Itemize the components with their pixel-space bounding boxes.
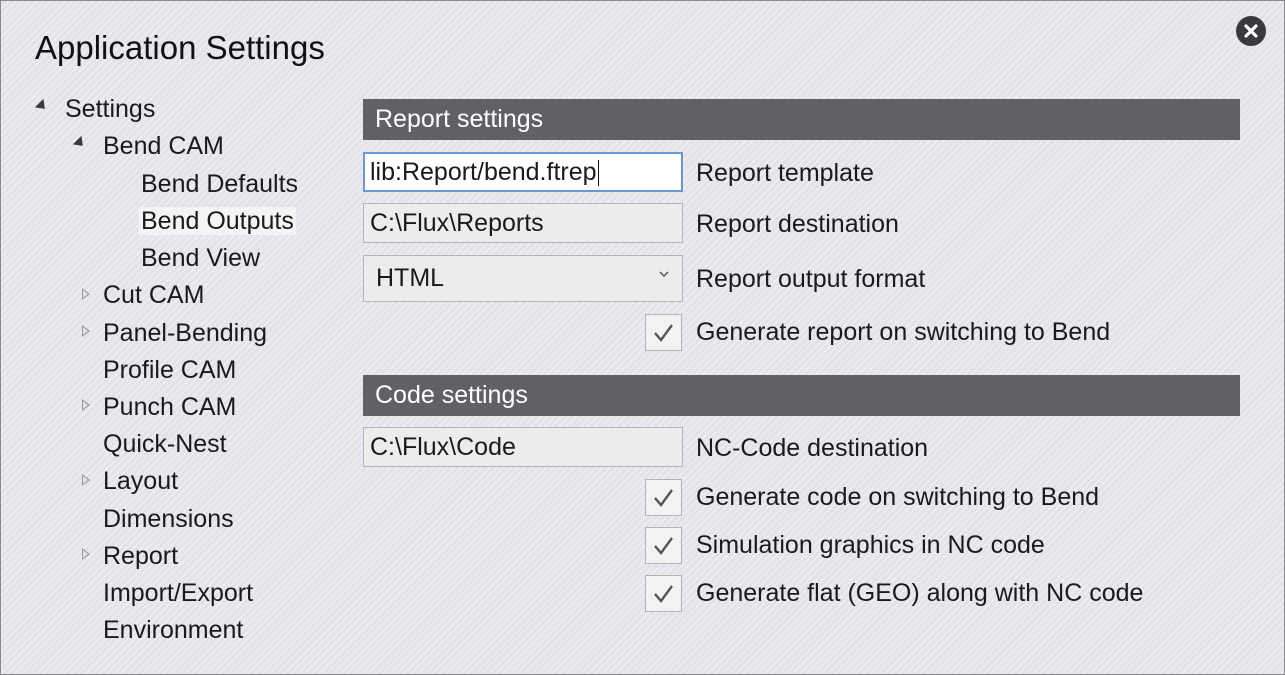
tree-item-profile-cam[interactable]: Profile CAM [101, 354, 238, 386]
tree-item-panel-bending[interactable]: Panel-Bending [101, 317, 269, 349]
tree-item-bend-defaults[interactable]: Bend Defaults [139, 168, 300, 200]
tree-item-bend-outputs[interactable]: Bend Outputs [139, 205, 296, 237]
report-destination-label: Report destination [696, 210, 899, 238]
collapsed-triangle-icon[interactable] [82, 325, 90, 337]
report-format-select[interactable]: HTML [363, 255, 683, 302]
tree-item-dimensions[interactable]: Dimensions [101, 503, 236, 535]
report-template-input[interactable]: lib:Report/bend.ftrep [363, 152, 683, 192]
dialog-title: Application Settings [35, 29, 325, 66]
generate-code-checkbox[interactable] [645, 479, 682, 516]
collapsed-triangle-icon[interactable] [82, 474, 90, 486]
report-format-label: Report output format [696, 265, 926, 293]
report-format-value: HTML [376, 264, 445, 292]
report-destination-input[interactable]: C:\Flux\Reports [363, 203, 683, 243]
application-settings-dialog: Application Settings Settings Bend CAM B… [0, 0, 1285, 675]
expanded-triangle-icon[interactable] [34, 98, 50, 114]
collapsed-triangle-icon[interactable] [82, 399, 90, 411]
collapsed-triangle-icon[interactable] [82, 548, 90, 560]
simulation-graphics-checkbox[interactable] [645, 527, 682, 564]
tree-item-punch-cam[interactable]: Punch CAM [101, 391, 238, 423]
chevron-down-icon [659, 271, 669, 278]
tree-item-report[interactable]: Report [101, 540, 180, 572]
tree-item-environment[interactable]: Environment [101, 614, 245, 646]
tree-item-settings[interactable]: Settings [63, 93, 157, 125]
generate-flat-checkbox[interactable] [645, 575, 682, 612]
collapsed-triangle-icon[interactable] [82, 288, 90, 300]
generate-report-checkbox[interactable] [645, 314, 682, 351]
report-template-value: lib:Report/bend.ftrep [370, 158, 597, 186]
generate-code-label: Generate code on switching to Bend [696, 483, 1100, 511]
expanded-triangle-icon[interactable] [72, 135, 88, 151]
checkmark-icon [654, 537, 673, 555]
tree-item-import-export[interactable]: Import/Export [101, 577, 255, 609]
checkmark-icon [654, 489, 673, 507]
tree-item-cut-cam[interactable]: Cut CAM [101, 279, 206, 311]
close-icon [1244, 24, 1258, 38]
code-settings-header: Code settings [363, 375, 1240, 416]
generate-flat-label: Generate flat (GEO) along with NC code [696, 579, 1144, 607]
report-settings-header: Report settings [363, 99, 1240, 140]
checkmark-icon [654, 324, 673, 342]
generate-report-label: Generate report on switching to Bend [696, 318, 1111, 346]
tree-item-quick-nest[interactable]: Quick-Nest [101, 428, 229, 460]
tree-item-bend-cam[interactable]: Bend CAM [101, 130, 226, 162]
close-button[interactable] [1236, 16, 1266, 46]
text-caret [597, 160, 599, 187]
tree-item-bend-view[interactable]: Bend View [139, 242, 262, 274]
simulation-graphics-label: Simulation graphics in NC code [696, 531, 1045, 559]
tree-item-layout[interactable]: Layout [101, 465, 180, 497]
nc-code-destination-input[interactable]: C:\Flux\Code [363, 427, 683, 467]
report-template-label: Report template [696, 159, 874, 187]
checkmark-icon [654, 585, 673, 603]
nc-code-destination-label: NC-Code destination [696, 434, 929, 462]
